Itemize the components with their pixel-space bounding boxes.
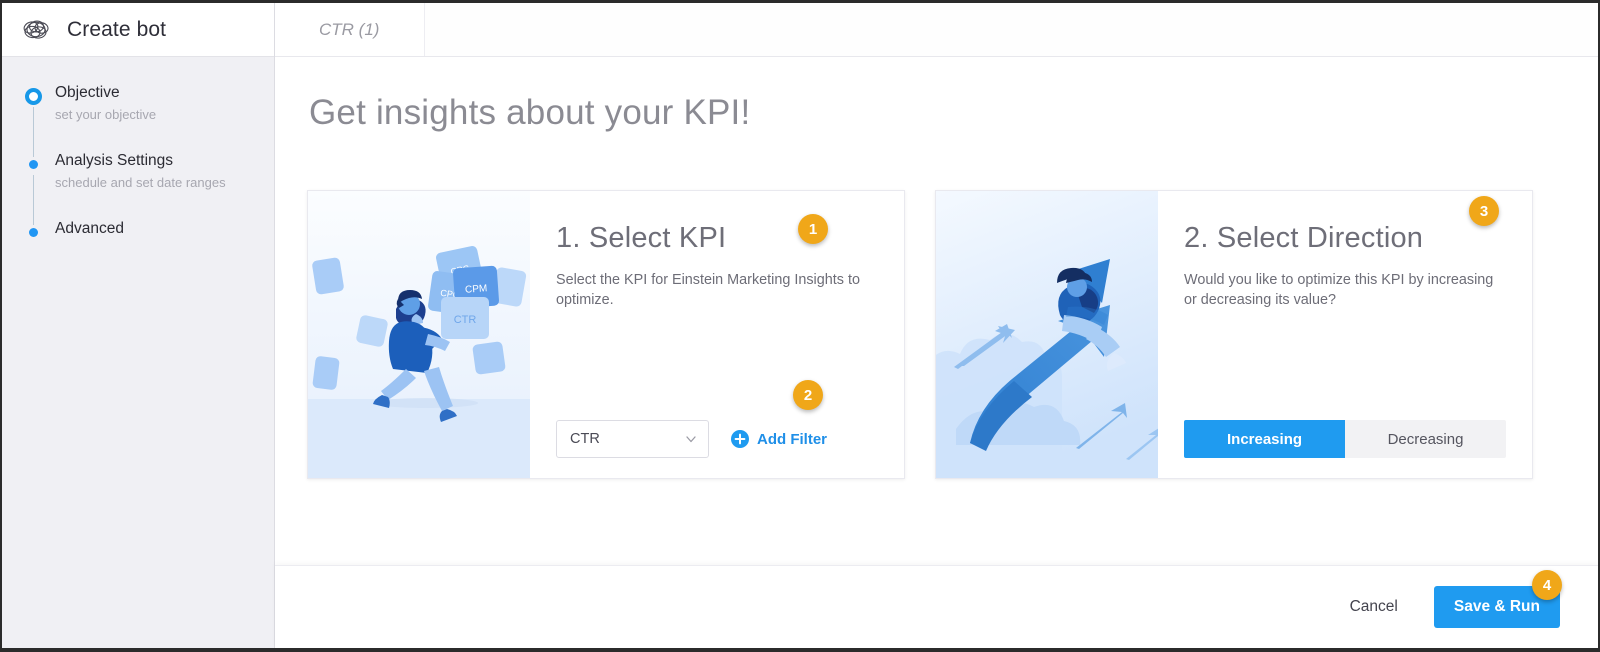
step-subtitle: set your objective xyxy=(55,107,157,122)
sidebar-item-advanced[interactable]: Advanced xyxy=(2,219,274,249)
plus-circle-icon xyxy=(731,430,749,448)
cards-row: CPC CPC CPM CTR xyxy=(307,190,1598,479)
card-select-direction-body: 3 2. Select Direction Would you like to … xyxy=(1158,191,1532,478)
step-connector-line xyxy=(33,175,34,225)
step-marker-dot-icon xyxy=(25,224,42,241)
toggle-decreasing[interactable]: Decreasing xyxy=(1345,420,1506,458)
callout-badge-4: 4 xyxy=(1532,570,1562,600)
callout-badge-2: 2 xyxy=(793,380,823,410)
runner-with-kpi-cards-illustration: CPC CPC CPM CTR xyxy=(308,191,530,478)
add-filter-button[interactable]: Add Filter xyxy=(731,430,827,448)
step-marker-active-icon xyxy=(25,88,42,105)
card-controls: Increasing Decreasing xyxy=(1184,420,1506,458)
sidebar-header: Create bot xyxy=(2,3,274,57)
person-riding-upward-arrow-illustration xyxy=(936,191,1158,478)
footer-action-bar: 4 Cancel Save & Run xyxy=(275,565,1598,648)
card-description: Would you like to optimize this KPI by i… xyxy=(1184,272,1494,308)
chevron-down-icon xyxy=(684,432,698,446)
content-area: Get insights about your KPI! CPC CPM CTR… xyxy=(275,57,1598,565)
step-title: Analysis Settings xyxy=(55,152,174,169)
cancel-button[interactable]: Cancel xyxy=(1342,588,1406,626)
stepper-nav: Objective set your objective Analysis Se… xyxy=(2,57,274,249)
step-subtitle: schedule and set date ranges xyxy=(55,175,226,190)
add-filter-label: Add Filter xyxy=(757,430,827,448)
kpi-select-value: CTR xyxy=(570,431,600,447)
tab-bar: CTR (1) xyxy=(275,3,1598,57)
application-window: Create bot Objective set your objective … xyxy=(0,0,1600,652)
direction-toggle-group: Increasing Decreasing xyxy=(1184,420,1506,458)
svg-text:CPM: CPM xyxy=(465,283,488,296)
callout-badge-1: 1 xyxy=(798,214,828,244)
einstein-rings-logo-icon xyxy=(20,17,54,43)
card-heading: 1. Select KPI xyxy=(556,222,727,254)
card-controls: CTR Add Filter xyxy=(556,420,878,458)
sidebar-item-analysis-settings[interactable]: Analysis Settings schedule and set date … xyxy=(2,151,274,225)
toggle-increasing[interactable]: Increasing xyxy=(1184,420,1345,458)
card-heading: 2. Select Direction xyxy=(1184,222,1424,254)
step-connector-line xyxy=(33,107,34,157)
app-title: Create bot xyxy=(67,17,167,41)
main-panel: CTR (1) Get insights about your KPI! CPC… xyxy=(275,3,1598,648)
sidebar: Create bot Objective set your objective … xyxy=(2,3,275,648)
tab-ctr[interactable]: CTR (1) xyxy=(275,3,425,56)
card-description: Select the KPI for Einstein Marketing In… xyxy=(556,272,860,308)
step-marker-dot-icon xyxy=(25,156,42,173)
card-select-kpi-body: 1 2 1. Select KPI Select the KPI for Ein… xyxy=(530,191,904,478)
step-title: Objective xyxy=(55,84,120,101)
card-select-kpi: CPC CPC CPM CTR xyxy=(307,190,905,479)
sidebar-item-objective[interactable]: Objective set your objective xyxy=(2,83,274,157)
kpi-select[interactable]: CTR xyxy=(556,420,709,458)
callout-badge-3: 3 xyxy=(1469,196,1499,226)
page-title: Get insights about your KPI! xyxy=(309,93,751,132)
svg-text:CTR: CTR xyxy=(454,314,477,326)
step-title: Advanced xyxy=(55,220,124,237)
card-select-direction: 3 2. Select Direction Would you like to … xyxy=(935,190,1533,479)
